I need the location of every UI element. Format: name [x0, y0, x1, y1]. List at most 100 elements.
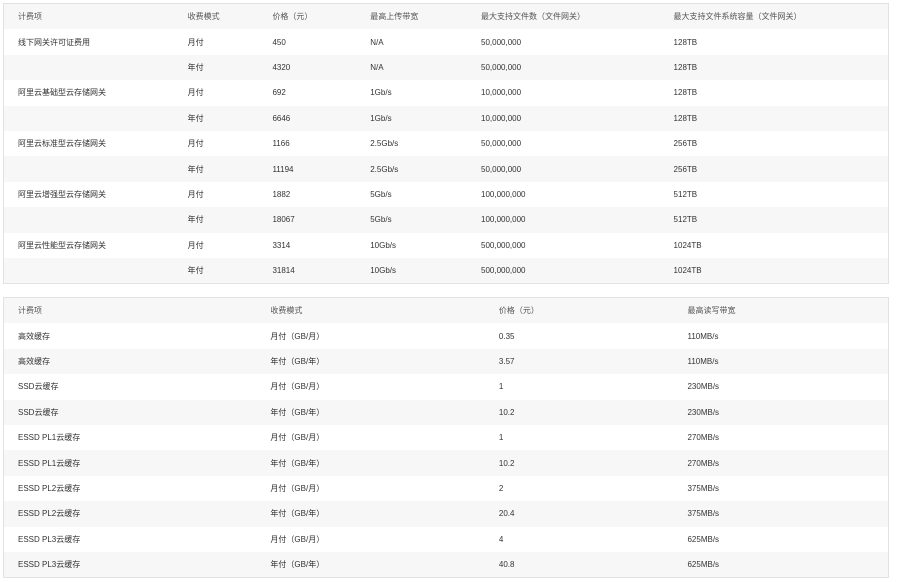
table-cell: 月付（GB/月）: [270, 331, 325, 341]
table-cell: 月付: [187, 139, 204, 149]
table-cell: 月付（GB/月）: [270, 382, 325, 392]
table-row: 年付 11194 2.5Gb/s 50,000,000 256TB: [4, 156, 888, 182]
table-cell: 高效缓存: [18, 331, 50, 341]
table-row: ESSD PL3云缓存 月付（GB/月） 4 625MB/s: [4, 527, 888, 552]
table-cell: 230MB/s: [687, 382, 720, 392]
table-cell: 512TB: [673, 215, 698, 225]
table-cell: 年付（GB/年）: [270, 458, 325, 468]
table-cell: SSD云缓存: [18, 382, 59, 392]
table-row: 阿里云标准型云存储网关 月付 1166 2.5Gb/s 50,000,000 2…: [4, 131, 888, 156]
table-cell: 年付（GB/年）: [270, 407, 325, 417]
table-cell: 2.5Gb/s: [370, 139, 399, 149]
table-row: 年付 6646 1Gb/s 10,000,000 128TB: [4, 105, 888, 131]
table-row: 阿里云基础型云存储网关 月付 692 1Gb/s 10,000,000 128T…: [4, 80, 888, 105]
table-row: ESSD PL2云缓存 年付（GB/年） 20.4 375MB/s: [4, 501, 888, 527]
table-cell: 月付: [187, 189, 204, 199]
table-cell: 1024TB: [673, 240, 702, 250]
table-cell: 4320: [272, 62, 291, 72]
table-cell: N/A: [370, 37, 384, 47]
table-cell: ESSD PL3云缓存: [18, 560, 81, 570]
table-cell: 100,000,000: [481, 215, 526, 225]
table-cell: 10.2: [498, 458, 515, 468]
header-cell: 收费模式: [187, 12, 220, 22]
table-cell: 阿里云增强型云存储网关: [18, 189, 106, 199]
table-cell: 月付（GB/月）: [270, 534, 325, 544]
table-cell: 18067: [272, 215, 295, 225]
table-cell: 50,000,000: [481, 62, 522, 72]
table-cell: 50,000,000: [481, 139, 522, 149]
table-cell: 月付（GB/月）: [270, 483, 325, 493]
table-row: SSD云缓存 年付（GB/年） 10.2 230MB/s: [4, 399, 888, 425]
table-cell: 11194: [272, 164, 294, 174]
table-cell: 4: [498, 534, 504, 544]
table-cell: 50,000,000: [481, 164, 522, 174]
table-cell: 3314: [272, 240, 291, 250]
table-cell: 3.57: [498, 356, 515, 366]
table-cell: 线下网关许可证费用: [18, 37, 90, 47]
header-cell: 最高读写带宽: [687, 306, 736, 316]
table-cell: 100,000,000: [481, 189, 526, 199]
table-cell: 512TB: [673, 189, 698, 199]
table-cell: 230MB/s: [687, 407, 720, 417]
table-cell: 270MB/s: [687, 433, 720, 443]
table-cell: 20.4: [498, 509, 515, 519]
table-row: 年付 31814 10Gb/s 500,000,000 1024TB: [4, 257, 888, 284]
table-cell: SSD云缓存: [18, 407, 59, 417]
table-cell: ESSD PL2云缓存: [18, 509, 81, 519]
table-row: SSD云缓存 月付（GB/月） 1 230MB/s: [4, 374, 888, 399]
table-cell: 年付: [187, 62, 204, 72]
header-cell: 价格（元）: [498, 306, 539, 316]
table-row: ESSD PL2云缓存 月付（GB/月） 2 375MB/s: [4, 476, 888, 501]
table-header-row: 计费项 收费模式 价格（元） 最高读写带宽: [4, 298, 888, 324]
table-cell: 年付（GB/年）: [270, 560, 325, 570]
table-cell: 年付: [187, 113, 204, 123]
table-cell: ESSD PL3云缓存: [18, 534, 81, 544]
table-cell: 5Gb/s: [370, 215, 392, 225]
table-cell: 年付: [187, 164, 204, 174]
table-cell: 375MB/s: [687, 509, 720, 519]
table-cell: 1166: [272, 139, 290, 149]
table-header-row: 计费项 收费模式 价格（元） 最高上传带宽 最大支持文件数（文件网关） 最大支持…: [4, 4, 888, 30]
table-cell: 月付: [187, 240, 204, 250]
table-cell: 450: [272, 37, 286, 47]
table-cell: 阿里云性能型云存储网关: [18, 240, 106, 250]
table-cell: 5Gb/s: [370, 189, 392, 199]
table-cell: 2: [498, 483, 504, 493]
header-cell: 最高上传带宽: [370, 12, 419, 22]
table-cell: 256TB: [673, 164, 698, 174]
table-cell: 10Gb/s: [370, 240, 397, 250]
table-row: 高效缓存 年付（GB/年） 3.57 110MB/s: [4, 348, 888, 375]
header-cell: 计费项: [18, 12, 42, 22]
table-cell: 月付（GB/月）: [270, 433, 325, 443]
table-cell: 年付: [187, 266, 204, 276]
table-cell: 625MB/s: [687, 560, 720, 570]
table-cell: 110MB/s: [687, 356, 719, 366]
table-row: 线下网关许可证费用 月付 450 N/A 50,000,000 128TB: [4, 29, 888, 54]
gateway-pricing-table: 计费项 收费模式 价格（元） 最高上传带宽 最大支持文件数（文件网关） 最大支持…: [3, 3, 889, 285]
table-cell: 0.35: [498, 331, 515, 341]
table-cell: 年付: [187, 215, 204, 225]
table-cell: 128TB: [673, 88, 698, 98]
table-cell: 月付: [187, 88, 204, 98]
table-cell: 1Gb/s: [370, 88, 392, 98]
table-row: 年付 18067 5Gb/s 100,000,000 512TB: [4, 207, 888, 233]
cache-pricing-table: 计费项 收费模式 价格（元） 最高读写带宽 高效缓存 月付（GB/月） 0.35…: [3, 297, 889, 579]
table-cell: 625MB/s: [687, 534, 720, 544]
table-cell: 年付（GB/年）: [270, 356, 325, 366]
table-cell: 110MB/s: [687, 331, 719, 341]
header-cell: 收费模式: [270, 306, 303, 316]
table-cell: 500,000,000: [481, 266, 526, 276]
table-cell: 256TB: [673, 139, 698, 149]
table-cell: ESSD PL1云缓存: [18, 458, 81, 468]
table-cell: 高效缓存: [18, 356, 50, 366]
table-cell: 270MB/s: [687, 458, 720, 468]
table-cell: 1: [498, 433, 504, 443]
table-cell: 年付（GB/年）: [270, 509, 325, 519]
table-cell: 1024TB: [673, 266, 702, 276]
table-cell: 128TB: [673, 62, 698, 72]
table-cell: 阿里云基础型云存储网关: [18, 88, 106, 98]
table-cell: 10.2: [498, 407, 515, 417]
table-cell: N/A: [370, 62, 384, 72]
header-cell: 最大支持文件数（文件网关）: [481, 12, 585, 22]
table-cell: 1: [498, 382, 504, 392]
